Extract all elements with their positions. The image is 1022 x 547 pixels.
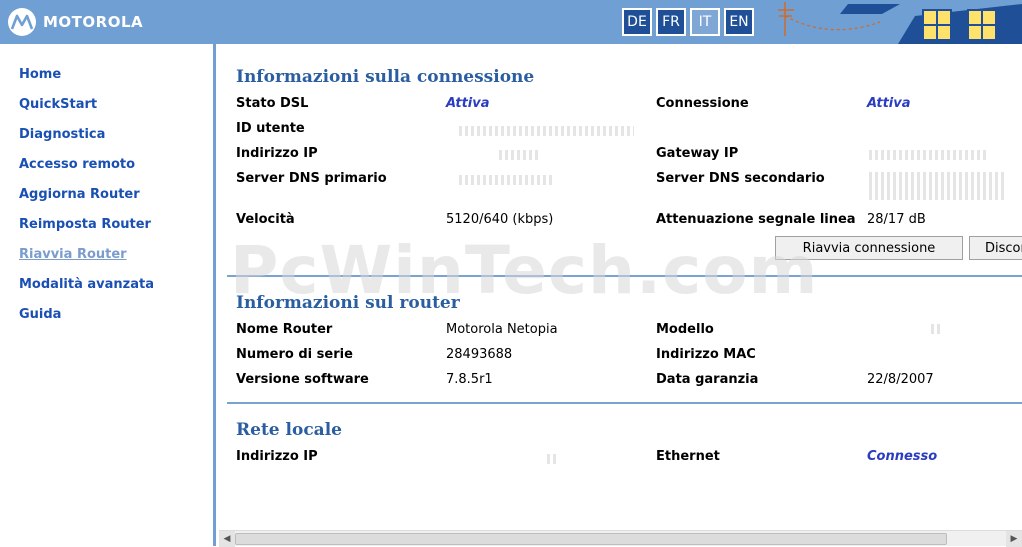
- sidebar-item-aggiorna-router[interactable]: Aggiorna Router: [19, 187, 140, 202]
- serial-number-label: Numero di serie: [236, 347, 353, 362]
- connection-label: Connessione: [656, 96, 749, 111]
- warranty-date-label: Data garanzia: [656, 372, 759, 387]
- warranty-date-value: 22/8/2007: [867, 372, 934, 387]
- disconnect-button[interactable]: Disconnetti: [969, 236, 1022, 260]
- serial-number-value: 28493688: [446, 347, 513, 362]
- sidebar-item-guida[interactable]: Guida: [19, 307, 61, 322]
- speed-label: Velocità: [236, 212, 295, 227]
- sidebar-item-accesso-remoto[interactable]: Accesso remoto: [19, 157, 135, 172]
- sidebar-nav: Home QuickStart Diagnostica Accesso remo…: [0, 44, 216, 546]
- house-decoration-icon: [778, 2, 1022, 44]
- language-en-button[interactable]: EN: [724, 8, 754, 36]
- redacted-model: [931, 324, 943, 334]
- redacted-ip-address: [499, 150, 539, 160]
- sidebar-item-modalita-avanzata[interactable]: Modalità avanzata: [19, 277, 154, 292]
- user-id-label: ID utente: [236, 121, 305, 136]
- router-section-title: Informazioni sul router: [236, 293, 460, 313]
- lan-section-title: Rete locale: [236, 420, 342, 440]
- model-label: Modello: [656, 322, 714, 337]
- speed-value: 5120/640 (kbps): [446, 212, 554, 227]
- dsl-status-label: Stato DSL: [236, 96, 309, 111]
- motorola-batwing-icon: [8, 8, 36, 36]
- gateway-ip-label: Gateway IP: [656, 146, 739, 161]
- main-content: Informazioni sulla connessione Stato DSL…: [219, 44, 1022, 530]
- attenuation-label: Attenuazione segnale linea: [656, 212, 856, 227]
- redacted-user-id: [459, 126, 634, 136]
- router-name-value: Motorola Netopia: [446, 322, 558, 337]
- redacted-lan-ip: [547, 454, 557, 464]
- dns-secondary-label: Server DNS secondario: [656, 171, 825, 186]
- software-version-label: Versione software: [236, 372, 369, 387]
- redacted-dns-secondary: [869, 172, 1004, 200]
- header-bar: MOTOROLA DE FR IT EN: [0, 0, 1022, 44]
- lan-ip-address-label: Indirizzo IP: [236, 449, 318, 464]
- sidebar-item-home[interactable]: Home: [19, 67, 61, 82]
- software-version-value: 7.8.5r1: [446, 372, 493, 387]
- router-name-label: Nome Router: [236, 322, 333, 337]
- mac-address-label: Indirizzo MAC: [656, 347, 756, 362]
- section-divider: [227, 275, 1022, 277]
- language-it-button[interactable]: IT: [690, 8, 720, 36]
- brand-name: MOTOROLA: [43, 13, 144, 31]
- restart-connection-button[interactable]: Riavvia connessione: [775, 236, 963, 260]
- section-divider: [227, 402, 1022, 404]
- sidebar-item-quickstart[interactable]: QuickStart: [19, 97, 97, 112]
- sidebar-item-reimposta-router[interactable]: Reimposta Router: [19, 217, 151, 232]
- ethernet-label: Ethernet: [656, 449, 720, 464]
- sidebar-item-riavvia-router[interactable]: Riavvia Router: [19, 247, 127, 262]
- scroll-right-arrow-icon[interactable]: ▶: [1006, 531, 1022, 547]
- language-fr-button[interactable]: FR: [656, 8, 686, 36]
- motorola-logo: MOTOROLA: [8, 8, 143, 36]
- language-de-button[interactable]: DE: [622, 8, 652, 36]
- scroll-left-arrow-icon[interactable]: ◀: [219, 531, 235, 547]
- sidebar-item-diagnostica[interactable]: Diagnostica: [19, 127, 105, 142]
- ip-address-label: Indirizzo IP: [236, 146, 318, 161]
- redacted-dns-primary: [459, 175, 554, 185]
- connection-section-title: Informazioni sulla connessione: [236, 67, 535, 87]
- dsl-status-value: Attiva: [446, 96, 490, 111]
- ethernet-status-value: Connesso: [867, 449, 938, 464]
- dns-primary-label: Server DNS primario: [236, 171, 387, 186]
- connection-value: Attiva: [867, 96, 911, 111]
- attenuation-value: 28/17 dB: [867, 212, 926, 227]
- redacted-gateway-ip: [869, 150, 989, 160]
- horizontal-scrollbar[interactable]: ◀ ▶: [219, 530, 1022, 547]
- scrollbar-thumb[interactable]: [235, 533, 947, 545]
